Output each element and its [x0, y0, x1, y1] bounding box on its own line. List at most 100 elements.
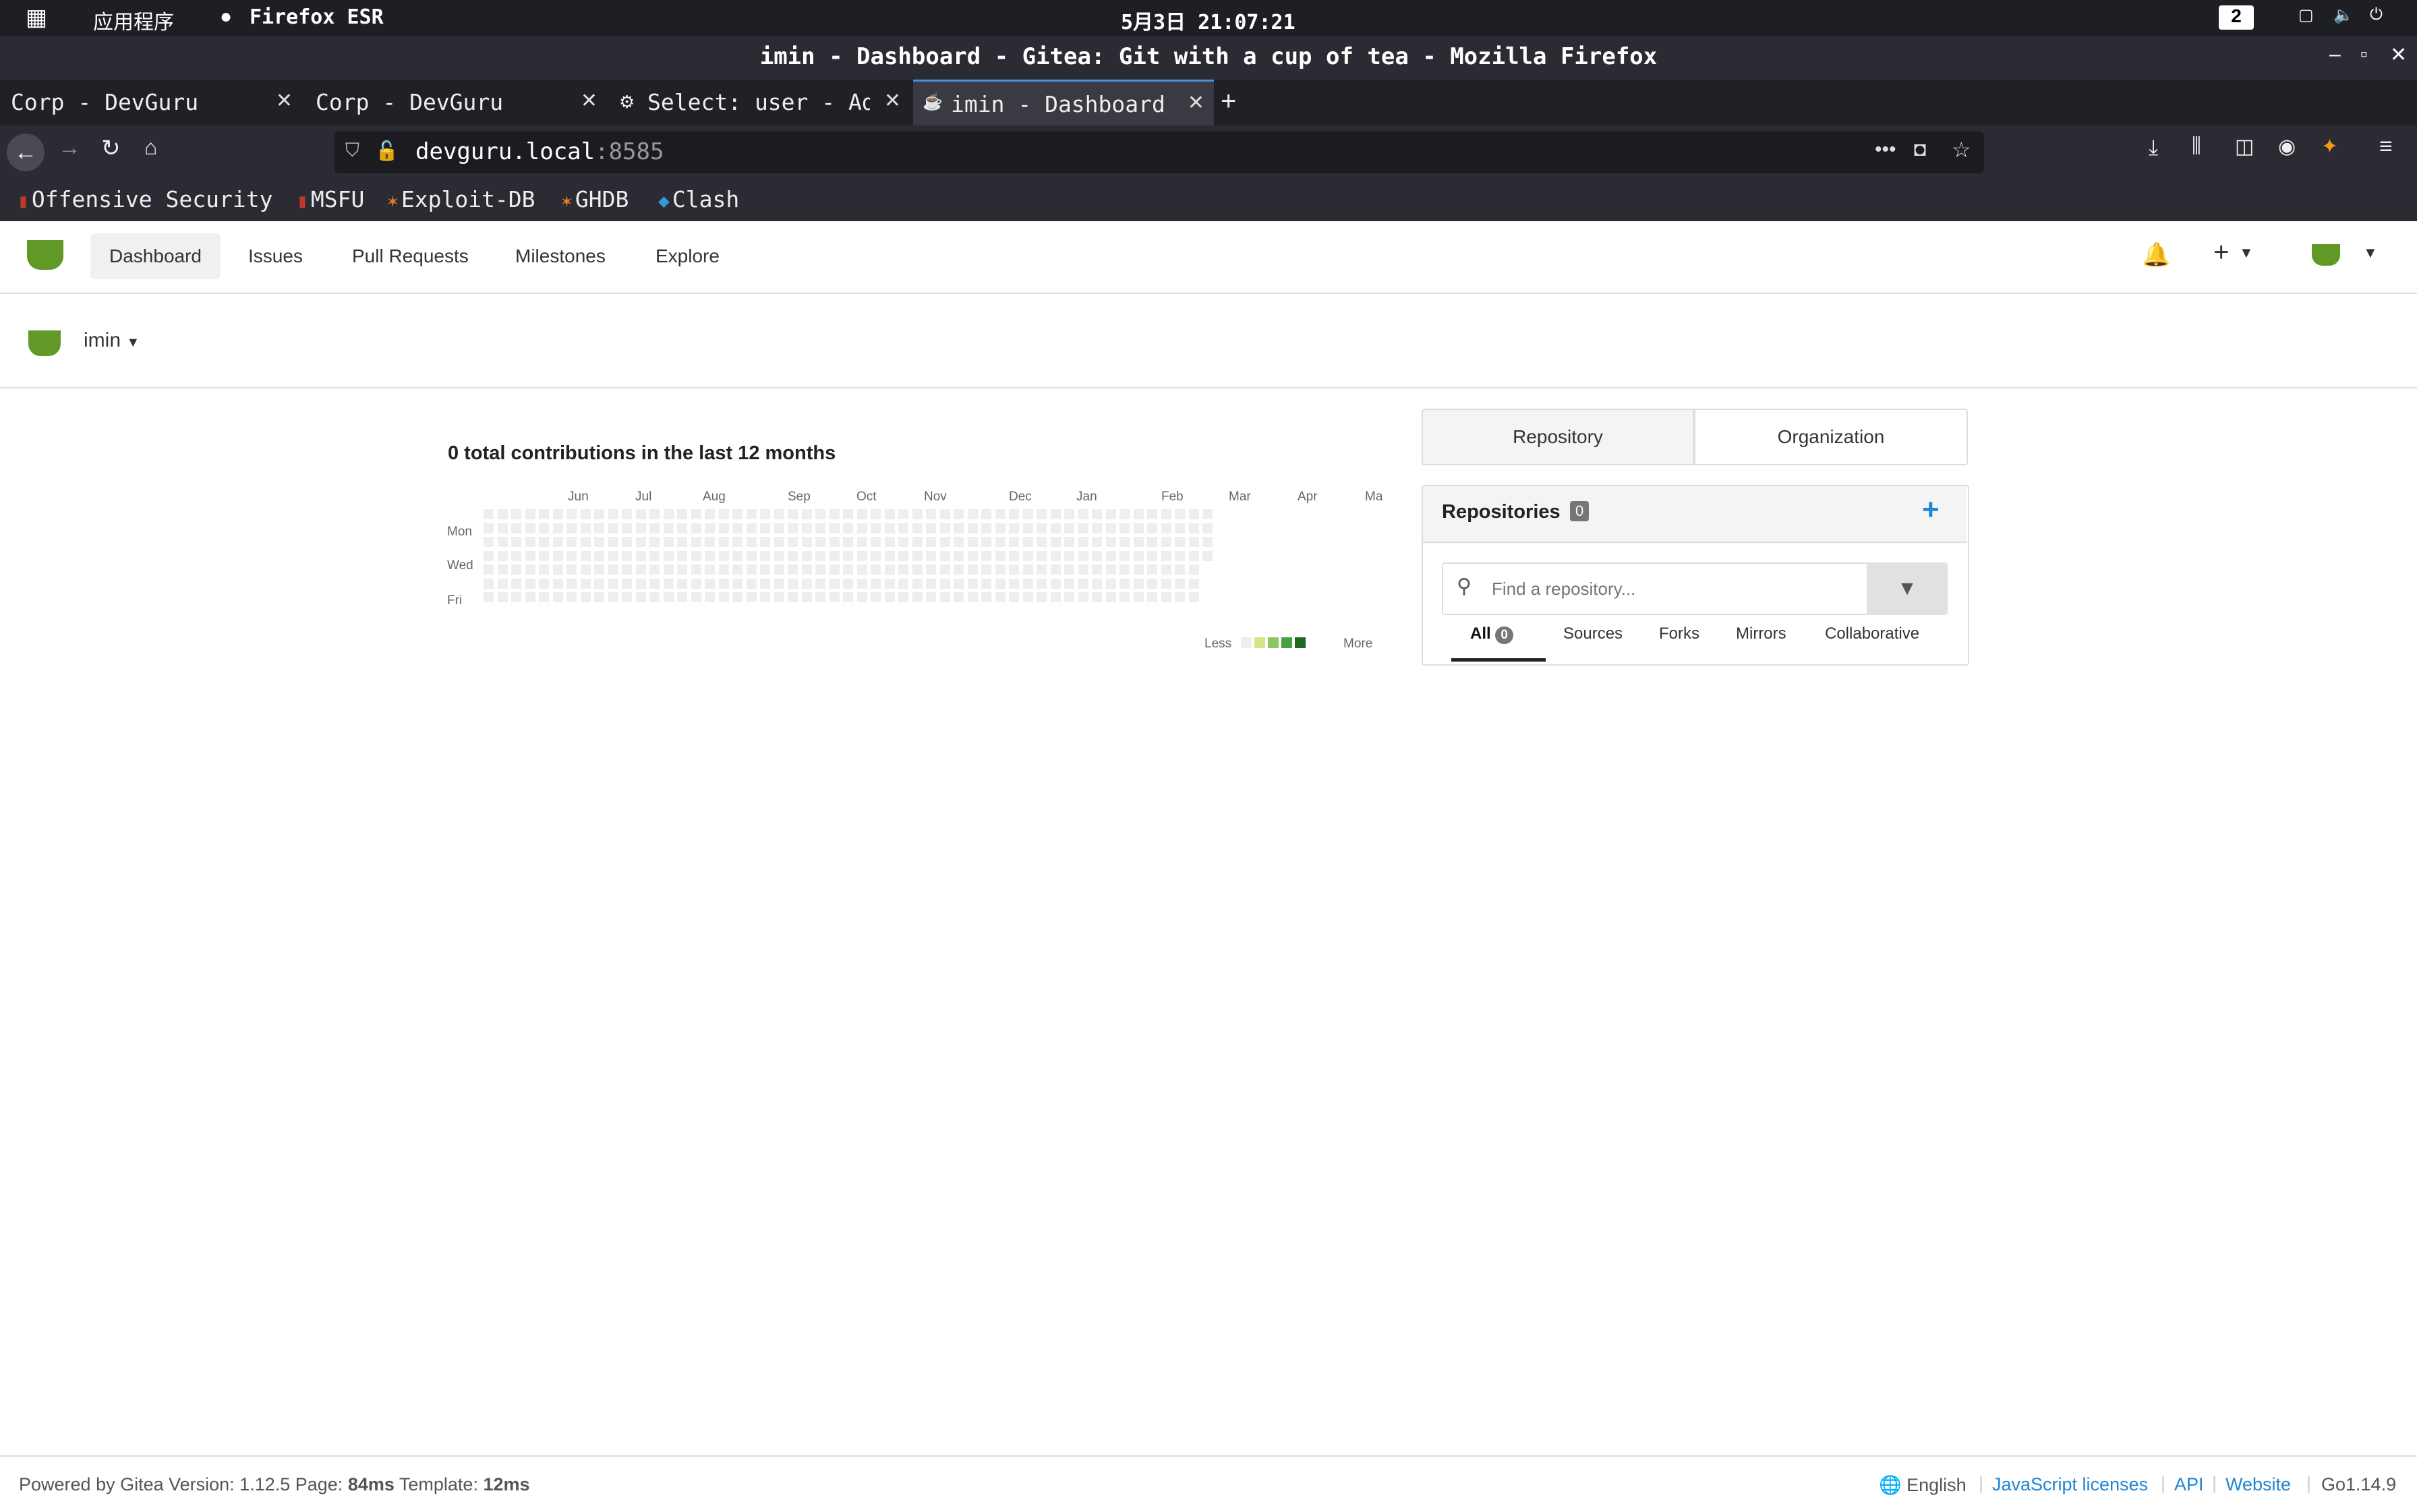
library-icon[interactable]: ⫼	[2192, 135, 2201, 158]
javascript-licenses-link[interactable]: JavaScript licenses	[1992, 1474, 2148, 1495]
workspace-indicator[interactable]: 2	[2219, 5, 2254, 30]
maximize-icon[interactable]: ▫	[2360, 43, 2368, 66]
heatmap-cell	[649, 523, 660, 533]
repo-tab-all[interactable]: All 0	[1470, 624, 1513, 644]
bookmark-msfu[interactable]: ▮ MSFU	[297, 186, 364, 212]
switch-repository[interactable]: Repository	[1422, 409, 1694, 465]
repo-tab-collaborative[interactable]: Collaborative	[1825, 624, 1919, 643]
api-link[interactable]: API	[2174, 1474, 2204, 1495]
browser-taskbar-label[interactable]: Firefox ESR	[250, 5, 384, 29]
footer-page-time: 84ms	[347, 1474, 395, 1494]
heatmap-cell	[1106, 537, 1116, 547]
add-repository-plus-icon[interactable]: +	[1922, 493, 1940, 527]
nav-explore[interactable]: Explore	[637, 233, 738, 279]
heatmap-cell	[566, 579, 577, 589]
heatmap-cell	[885, 509, 895, 519]
bookmark-offensive-security[interactable]: ▮ Offensive Security	[18, 186, 272, 212]
bookmark-star-icon[interactable]: ☆	[1952, 137, 1971, 163]
volume-icon[interactable]: 🔈	[2333, 5, 2354, 25]
back-icon[interactable]: ←	[7, 134, 45, 171]
nav-milestones[interactable]: Milestones	[496, 233, 624, 279]
power-icon[interactable]: ⏻	[2370, 5, 2383, 24]
tab-label: imin - Dashboard	[951, 91, 1165, 117]
language-selector[interactable]: 🌐 English	[1879, 1474, 1967, 1496]
heatmap-cell	[843, 592, 853, 602]
heatmap-cell	[484, 523, 494, 533]
user-avatar[interactable]	[2312, 244, 2340, 266]
switch-organization[interactable]: Organization	[1694, 409, 1968, 465]
shield-icon[interactable]: ⛉	[345, 140, 359, 162]
new-tab-icon[interactable]: +	[1221, 86, 1236, 117]
apps-menu[interactable]: 应用程序	[93, 5, 174, 35]
close-tab-icon[interactable]: ✕	[276, 89, 293, 113]
repo-tab-sources[interactable]: Sources	[1563, 624, 1623, 643]
menu-icon[interactable]: ≡	[2379, 134, 2393, 160]
heatmap-cell	[981, 579, 991, 589]
heatmap-cell	[995, 551, 1006, 561]
tab-dashboard[interactable]: ☕ imin - Dashboard ✕	[913, 80, 1214, 127]
extension-icon[interactable]: ✦	[2321, 135, 2338, 158]
close-window-icon[interactable]: ✕	[2390, 43, 2407, 67]
heatmap-cell	[954, 564, 964, 575]
heatmap-cell	[553, 537, 563, 547]
repository-search-input[interactable]	[1490, 571, 1857, 607]
heatmap-cell	[1175, 592, 1185, 602]
heatmap-cell	[1092, 537, 1102, 547]
tab-corp-1[interactable]: Corp - DevGuru ✕	[0, 80, 302, 125]
heatmap-cell	[1175, 551, 1185, 561]
heatmap-cell	[498, 509, 508, 519]
repo-tab-mirrors[interactable]: Mirrors	[1736, 624, 1786, 643]
url-bar[interactable]: ⛉ 🔓 devguru.local:8585 ••• ◘ ☆	[334, 132, 1984, 173]
tab-corp-2[interactable]: Corp - DevGuru ✕	[305, 80, 607, 125]
heatmap-cell	[1134, 537, 1144, 547]
account-icon[interactable]: ◉	[2278, 135, 2296, 158]
website-link[interactable]: Website	[2225, 1474, 2291, 1495]
gitea-logo-icon[interactable]	[27, 240, 63, 270]
filter-button[interactable]: ▼	[1867, 562, 1948, 615]
more-actions-icon[interactable]: •••	[1875, 138, 1896, 161]
divider: |	[2306, 1473, 2312, 1493]
firefox-icon[interactable]: ●	[220, 5, 232, 28]
nav-dashboard[interactable]: Dashboard	[90, 233, 221, 279]
apps-grid-icon[interactable]: ▦	[26, 4, 47, 31]
close-tab-icon[interactable]: ✕	[581, 89, 598, 113]
nav-issues[interactable]: Issues	[229, 233, 322, 279]
home-icon[interactable]: ⌂	[144, 135, 157, 160]
reload-icon[interactable]: ↻	[101, 135, 121, 162]
heatmap-cell	[581, 564, 591, 575]
month-label: Feb	[1161, 490, 1184, 504]
chevron-down-icon[interactable]: ▼	[2239, 244, 2254, 262]
insecure-lock-icon[interactable]: 🔓	[375, 140, 399, 162]
nav-pull-requests[interactable]: Pull Requests	[333, 233, 488, 279]
bookmark-exploit-db[interactable]: ✶ Exploit-DB	[387, 186, 535, 212]
window-icon[interactable]: ▢	[2298, 5, 2314, 25]
pocket-icon[interactable]: ◘	[1914, 138, 1926, 161]
heatmap-cell	[788, 592, 798, 602]
context-avatar[interactable]	[28, 330, 61, 356]
url-text[interactable]: devguru.local:8585	[415, 138, 664, 165]
context-user-switcher[interactable]: imin ▼	[84, 329, 140, 352]
contributions-title: 0 total contributions in the last 12 mon…	[448, 442, 836, 464]
heatmap-cell	[525, 579, 535, 589]
chevron-down-icon: ▼	[126, 335, 140, 350]
create-new-plus-icon[interactable]: +	[2213, 237, 2229, 268]
tab-select-user[interactable]: ⚙ Select: user - Ad ✕	[610, 80, 910, 125]
heatmap-cell	[898, 592, 908, 602]
download-icon[interactable]: ⤓	[2149, 135, 2158, 161]
minimize-icon[interactable]: –	[2329, 43, 2341, 66]
forward-icon[interactable]: →	[58, 135, 81, 161]
heatmap-cell	[926, 564, 936, 575]
heatmap-cell	[636, 537, 646, 547]
notification-bell-icon[interactable]: 🔔	[2142, 241, 2170, 268]
repo-tab-forks[interactable]: Forks	[1659, 624, 1699, 643]
bookmark-ghdb[interactable]: ✶ GHDB	[561, 186, 629, 212]
heatmap-cell	[511, 564, 521, 575]
chevron-down-icon[interactable]: ▼	[2363, 244, 2378, 262]
close-tab-icon[interactable]: ✕	[1188, 91, 1204, 115]
heatmap-cell	[926, 509, 936, 519]
bookmark-clash[interactable]: ◆ Clash	[658, 186, 739, 212]
sidebar-icon[interactable]: ◫	[2235, 135, 2254, 158]
close-tab-icon[interactable]: ✕	[884, 89, 901, 113]
repository-search-field[interactable]: ⚲	[1442, 562, 1869, 615]
go-version: Go1.14.9	[2321, 1474, 2397, 1494]
